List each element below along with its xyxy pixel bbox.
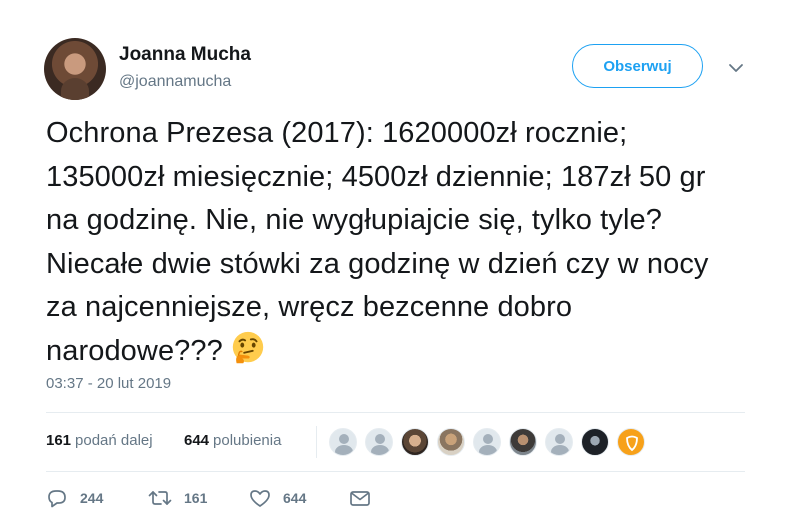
tweet-header: Joanna Mucha @joannamucha Obserwuj	[44, 38, 754, 100]
divider	[46, 471, 745, 472]
likes-stat-label: polubienia	[213, 432, 282, 449]
like-count: 644	[283, 490, 307, 506]
retweets-stat-label: podań dalej	[75, 432, 153, 449]
liker-avatar[interactable]	[401, 428, 429, 456]
author-handle[interactable]: @joannamucha	[119, 73, 231, 91]
heart-icon	[250, 490, 270, 507]
chevron-down-icon[interactable]	[726, 58, 746, 78]
liker-avatar[interactable]	[437, 428, 465, 456]
retweets-stat-count: 161	[46, 432, 72, 449]
retweets-stat[interactable]: 161 podań dalej	[46, 432, 153, 449]
retweet-count: 161	[184, 490, 208, 506]
retweet-icon	[148, 491, 172, 505]
tweet-stats: 161 podań dalej 644 polubienia	[46, 412, 745, 472]
like-button[interactable]: 644	[249, 488, 306, 508]
tweet-timestamp[interactable]: 03:37 - 20 lut 2019	[46, 375, 171, 392]
envelope-icon	[350, 491, 370, 506]
direct-message-button[interactable]	[349, 488, 383, 508]
tweet-body: Ochrona Prezesa (2017): 1620000zł roczni…	[46, 117, 709, 367]
retweet-button[interactable]: 161	[148, 488, 207, 508]
liker-avatar[interactable]	[545, 428, 573, 456]
reply-count: 244	[80, 490, 104, 506]
liker-avatar[interactable]	[581, 428, 609, 456]
liker-avatar[interactable]	[365, 428, 393, 456]
stats-separator	[316, 426, 317, 458]
author-name[interactable]: Joanna Mucha	[119, 44, 251, 66]
liker-avatar[interactable]	[473, 428, 501, 456]
liker-logo-icon	[626, 435, 638, 452]
tweet-actions: 244 161 644	[46, 485, 745, 515]
liker-avatar[interactable]	[329, 428, 357, 456]
avatar[interactable]	[44, 38, 106, 100]
thinking-face-icon	[232, 331, 264, 364]
liker-avatar[interactable]	[617, 428, 645, 456]
reply-icon	[48, 490, 66, 508]
follow-button[interactable]: Obserwuj	[572, 44, 703, 88]
tweet-text: Ochrona Prezesa (2017): 1620000zł roczni…	[46, 112, 746, 373]
likes-stat[interactable]: 644 polubienia	[184, 432, 281, 449]
liker-avatar[interactable]	[509, 428, 537, 456]
reply-button[interactable]: 244	[46, 488, 103, 508]
likes-stat-count: 644	[184, 432, 210, 449]
